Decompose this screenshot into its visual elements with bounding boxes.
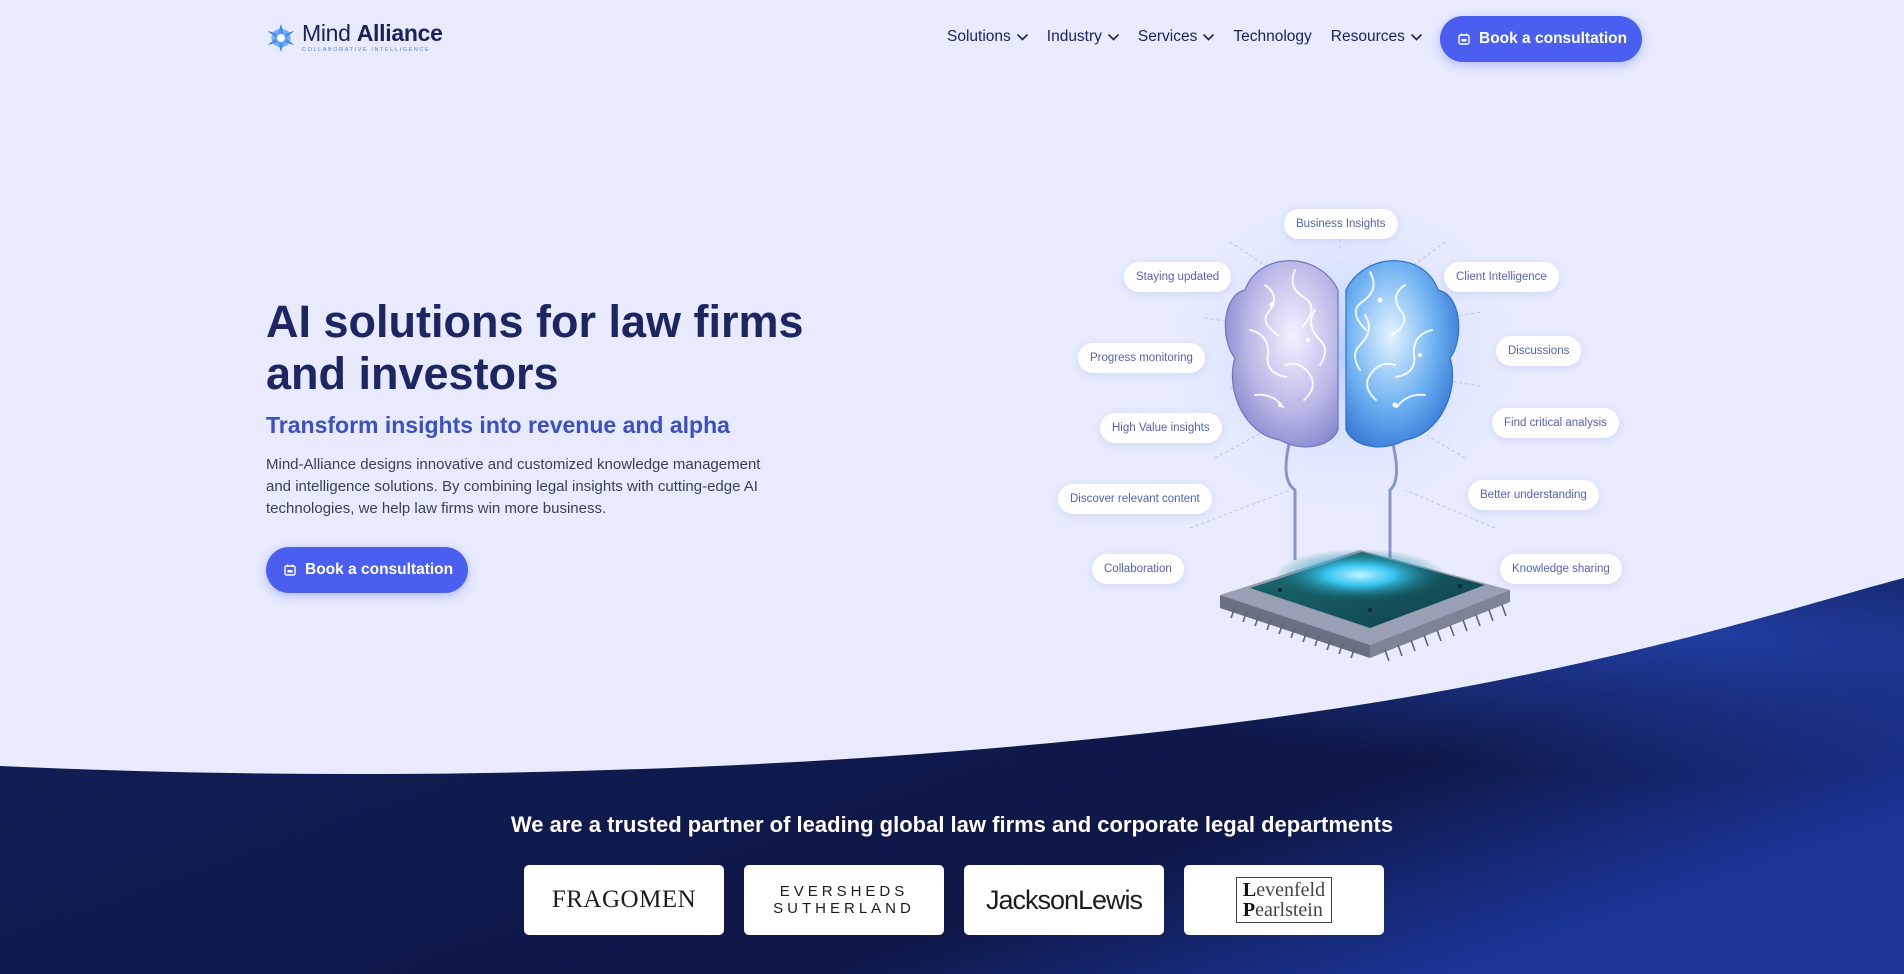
pearlstein-rest: earlstein bbox=[1255, 899, 1323, 921]
calendar-icon bbox=[1458, 33, 1470, 45]
nav-item-resources[interactable]: Resources bbox=[1331, 28, 1422, 46]
chevron-down-icon bbox=[1203, 33, 1215, 41]
hero-subtitle: Transform insights into revenue and alph… bbox=[266, 412, 730, 438]
partner-logo-eversheds-sutherland: EVERSHEDS SUTHERLAND bbox=[744, 865, 944, 935]
starburst-logo-icon bbox=[268, 23, 294, 52]
nav-item-technology[interactable]: Technology bbox=[1233, 28, 1311, 46]
partners-heading: We are a trusted partner of leading glob… bbox=[510, 812, 1394, 837]
pill-client-intelligence: Client Intelligence bbox=[1444, 262, 1559, 292]
book-consultation-nav-button[interactable]: Book a consultation bbox=[1440, 16, 1642, 62]
brand-name-light: Mind bbox=[302, 20, 357, 46]
top-navigation: Mind Alliance COLLABORATIVE INTELLIGENCE… bbox=[0, 0, 1904, 78]
pill-business-insights: Business Insights bbox=[1284, 209, 1398, 239]
pearlstein-initial: P bbox=[1242, 899, 1256, 921]
fragomen-wordmark: FRAGOMEN bbox=[551, 886, 697, 913]
eversheds-wordmark-line1: EVERSHEDS bbox=[779, 883, 909, 900]
partner-logos: FRAGOMEN EVERSHEDS SUTHERLAND JacksonLew… bbox=[524, 865, 1384, 935]
brand-tagline: COLLABORATIVE INTELLIGENCE bbox=[302, 47, 431, 53]
button-label: Book a consultation bbox=[1479, 30, 1628, 47]
nav-item-label: Resources bbox=[1330, 28, 1405, 45]
nav-item-label: Solutions bbox=[947, 28, 1011, 45]
nav-item-industry[interactable]: Industry bbox=[1047, 28, 1119, 46]
partner-logo-jackson-lewis: JacksonLewis bbox=[964, 865, 1164, 935]
pill-staying-updated: Staying updated bbox=[1124, 262, 1232, 292]
partner-logo-levenfeld-pearlstein: Levenfeld Pearlstein bbox=[1184, 865, 1384, 935]
nav-item-services[interactable]: Services bbox=[1137, 28, 1215, 46]
levenfeld-initial: L bbox=[1242, 879, 1257, 901]
partner-logo-fragomen: FRAGOMEN bbox=[524, 865, 724, 935]
hero-title: AI solutions for law firms and investors bbox=[266, 296, 804, 399]
pill-progress-monitoring: Progress monitoring bbox=[1078, 343, 1205, 373]
jackson-lewis-wordmark: JacksonLewis bbox=[985, 884, 1143, 915]
nav-item-label: Services bbox=[1137, 28, 1198, 45]
nav-item-label: Industry bbox=[1046, 28, 1102, 45]
brand-name-bold: Alliance bbox=[356, 20, 443, 46]
nav-item-solutions[interactable]: Solutions bbox=[947, 28, 1028, 46]
hero-description: Mind-Alliance designs innovative and cus… bbox=[266, 456, 761, 517]
nav-item-label: Technology bbox=[1233, 28, 1312, 45]
pill-high-value-insights: High Value insights bbox=[1100, 413, 1222, 443]
pill-discussions: Discussions bbox=[1496, 336, 1582, 366]
chevron-down-icon bbox=[1016, 33, 1028, 41]
brand-logo[interactable]: Mind Alliance COLLABORATIVE INTELLIGENCE bbox=[266, 22, 443, 54]
pill-discover-relevant-content: Discover relevant content bbox=[1058, 484, 1212, 514]
pill-better-understanding: Better understanding bbox=[1468, 480, 1599, 510]
pill-find-critical-analysis: Find critical analysis bbox=[1492, 408, 1619, 438]
main-menu: Solutions Industry Services Technology R… bbox=[947, 28, 1441, 46]
levenfeld-rest: evenfeld bbox=[1256, 879, 1326, 901]
chevron-down-icon bbox=[1411, 33, 1422, 41]
eversheds-wordmark-line2: SUTHERLAND bbox=[773, 900, 915, 917]
chevron-down-icon bbox=[1108, 33, 1119, 41]
